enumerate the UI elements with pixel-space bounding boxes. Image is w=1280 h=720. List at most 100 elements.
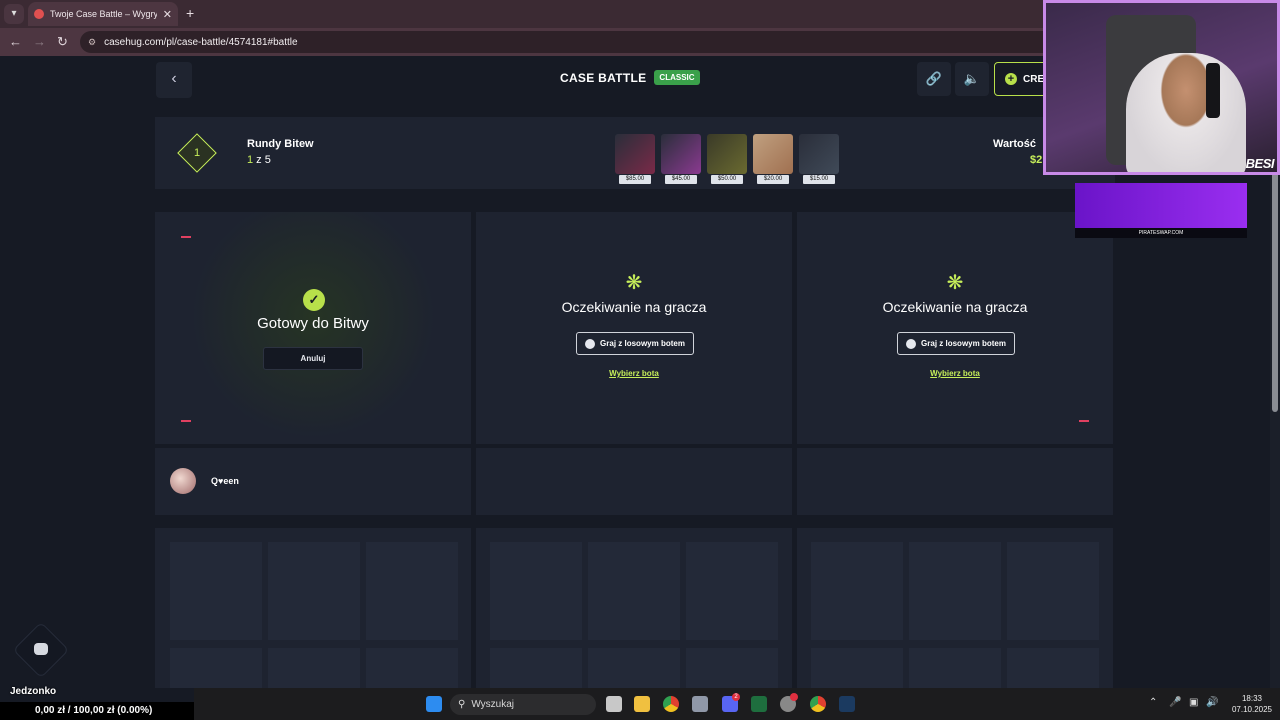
round-number: 1 [193, 147, 201, 159]
case-image [799, 134, 839, 174]
webcam-person [1126, 53, 1246, 172]
plus-icon: + [1005, 73, 1017, 85]
item-slots [155, 528, 471, 688]
bot-icon [906, 338, 917, 349]
case-item[interactable]: $85.00 [615, 134, 655, 184]
calculator-icon[interactable] [692, 696, 708, 712]
item-slot [366, 648, 458, 688]
copy-link-button[interactable]: 🔗 [917, 62, 951, 96]
item-slot [366, 542, 458, 640]
bot-icon [585, 338, 596, 349]
player-info-bar [797, 448, 1113, 515]
file-explorer-icon[interactable] [634, 696, 650, 712]
windows-start-icon[interactable] [426, 696, 442, 712]
item-slot [268, 542, 360, 640]
rounds-total: z 5 [253, 154, 271, 166]
item-slot [588, 648, 680, 688]
item-slots [476, 528, 792, 688]
player-name: Q♥een [211, 476, 239, 486]
item-slot [909, 648, 1001, 688]
item-slot [170, 542, 262, 640]
case-image [615, 134, 655, 174]
battle-info-bar: 1 Rundy Bitew 1 z 5 $85.00 $45.00 $50.00… [155, 117, 1115, 189]
chrome-icon[interactable] [810, 696, 826, 712]
item-slot [490, 542, 582, 640]
corner-marker [181, 236, 191, 238]
item-slot [490, 648, 582, 688]
item-slot [170, 648, 262, 688]
case-price: $85.00 [619, 175, 651, 184]
choose-bot-link[interactable]: Wybierz bota [797, 369, 1113, 378]
avatar[interactable] [170, 468, 196, 494]
case-item[interactable]: $50.00 [707, 134, 747, 184]
back-arrow-icon[interactable]: ← [9, 34, 22, 50]
player-slot-1: ✓ Gotowy do Bitwy Anuluj [155, 212, 471, 444]
case-price: $20.00 [757, 175, 789, 184]
random-bot-button[interactable]: Graj z losowym botem [576, 332, 694, 355]
item-slot [811, 648, 903, 688]
microphone-icon[interactable]: 🎤 [1169, 697, 1181, 709]
webcam-tag: BESI [1245, 156, 1275, 171]
volume-icon[interactable]: 🔊 [1206, 697, 1218, 709]
item-slot [588, 542, 680, 640]
notification-dot [790, 693, 798, 701]
case-price: $45.00 [665, 175, 697, 184]
ready-status: Gotowy do Bitwy [257, 315, 369, 332]
case-image [753, 134, 793, 174]
case-item[interactable]: $20.00 [753, 134, 793, 184]
cancel-button[interactable]: Anuluj [263, 347, 363, 370]
clock-time: 18:33 [1241, 694, 1263, 703]
random-bot-label: Graj z losowym botem [600, 339, 685, 348]
reload-icon[interactable]: ↻ [57, 34, 68, 50]
clock-date: 07.10.2025 [1231, 705, 1273, 714]
case-price: $50.00 [711, 175, 743, 184]
streamer-name: Jedzonko [10, 686, 57, 697]
speaker-muted-icon: 🔈 [963, 71, 981, 86]
forward-arrow-icon[interactable]: → [33, 34, 46, 50]
total-value-amount: $2 [1030, 154, 1043, 166]
task-view-icon[interactable] [606, 696, 622, 712]
site-info-icon[interactable]: ⚙ [88, 37, 96, 48]
waiting-status: Oczekiwanie na gracza [561, 299, 707, 315]
chevron-up-icon[interactable]: ⌃ [1149, 697, 1157, 709]
steam-icon[interactable] [839, 696, 855, 712]
rounds-label: Rundy Bitew [247, 138, 314, 150]
loading-spinner-icon: ❋ [625, 272, 643, 294]
player-slot-2: ❋ Oczekiwanie na gracza Graj z losowym b… [476, 212, 792, 444]
mode-badge: CLASSIC [654, 70, 700, 85]
item-slot [909, 542, 1001, 640]
link-icon: 🔗 [925, 71, 943, 86]
close-tab-icon[interactable]: ✕ [163, 8, 172, 21]
sound-toggle-button[interactable]: 🔈 [955, 62, 989, 96]
excel-icon[interactable] [751, 696, 767, 712]
player-slot-3: ❋ Oczekiwanie na gracza Graj z losowym b… [797, 212, 1113, 444]
search-icon: ⚲ [458, 699, 466, 710]
item-slot [1007, 542, 1099, 640]
network-icon[interactable]: ▣ [1189, 697, 1198, 709]
choose-bot-link[interactable]: Wybierz bota [476, 369, 792, 378]
tab-title: Twoje Case Battle – Wygrywaj s [50, 9, 157, 19]
browser-tab[interactable]: Twoje Case Battle – Wygrywaj s ✕ [28, 2, 178, 26]
player-info-bar [476, 448, 792, 515]
new-tab-icon[interactable]: + [186, 4, 194, 22]
system-clock[interactable]: 18:33 07.10.2025 [1230, 693, 1274, 715]
item-slot [268, 648, 360, 688]
chrome-icon[interactable] [663, 696, 679, 712]
loading-spinner-icon: ❋ [946, 272, 964, 294]
url-text: casehug.com/pl/case-battle/4574181#battl… [104, 36, 298, 48]
url-field[interactable]: ⚙ casehug.com/pl/case-battle/4574181#bat… [80, 31, 1060, 53]
back-button[interactable]: ‹ [156, 62, 192, 98]
taskbar-search-placeholder: Wyszukaj [471, 699, 515, 710]
check-icon: ✓ [303, 289, 325, 311]
case-image [707, 134, 747, 174]
tab-search-icon[interactable]: ▾ [4, 4, 24, 24]
discord-badge: 2 [732, 693, 740, 701]
random-bot-label: Graj z losowym botem [921, 339, 1006, 348]
case-item[interactable]: $15.00 [799, 134, 839, 184]
taskbar-search[interactable]: ⚲ Wyszukaj [450, 694, 596, 715]
corner-marker [181, 420, 191, 422]
random-bot-button[interactable]: Graj z losowym botem [897, 332, 1015, 355]
case-image [661, 134, 701, 174]
case-item[interactable]: $45.00 [661, 134, 701, 184]
microphone-icon [1206, 63, 1220, 118]
